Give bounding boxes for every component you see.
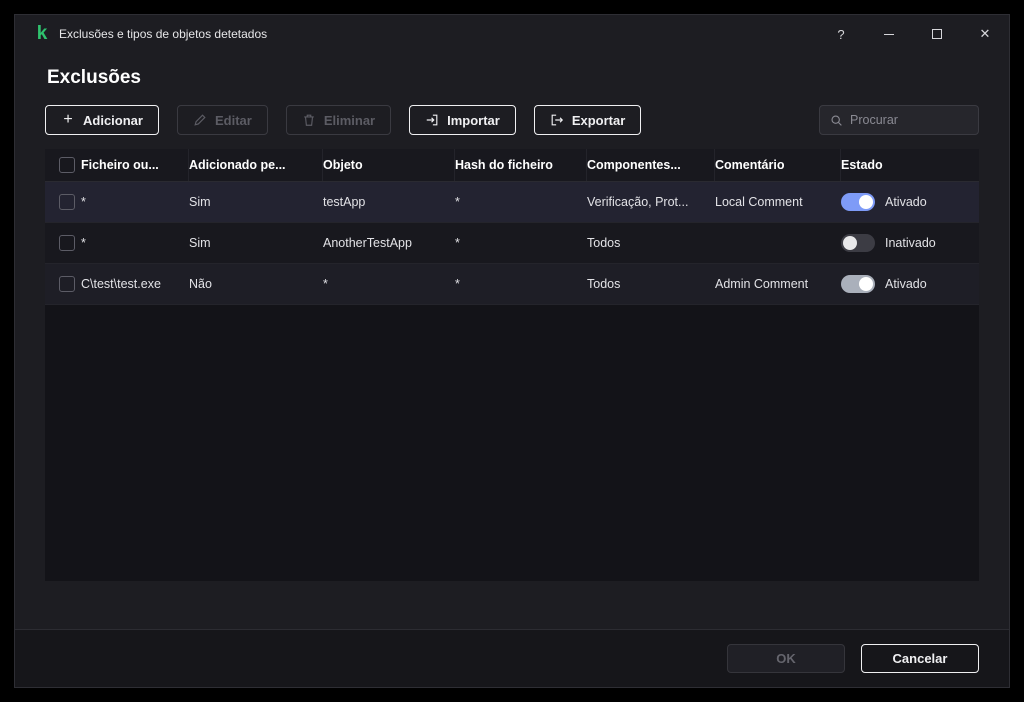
edit-button-label: Editar [214, 112, 252, 128]
table-row[interactable]: * Sim testApp * Verificação, Prot... Loc… [45, 182, 979, 223]
cell-components: Todos [587, 236, 621, 250]
cell-added-by: Sim [189, 236, 211, 250]
cell-state: Ativado [841, 275, 979, 293]
row-checkbox[interactable] [59, 194, 75, 210]
search-box [819, 105, 979, 135]
state-toggle[interactable] [841, 275, 875, 293]
help-icon: ? [837, 26, 845, 42]
search-icon [830, 114, 843, 127]
titlebar: k Exclusões e tipos de objetos detetados… [15, 15, 1009, 53]
search-input[interactable] [850, 113, 968, 127]
cell-components: Todos [587, 277, 621, 291]
cell-file: * [81, 195, 86, 209]
toolbar: + Adicionar Editar Eliminar Importar Exp… [45, 105, 979, 135]
cell-hash: * [455, 277, 460, 291]
header-added-by[interactable]: Adicionado pe... [189, 149, 323, 181]
export-icon [550, 113, 564, 127]
table-empty-area [45, 305, 979, 581]
import-button-label: Importar [447, 112, 500, 128]
window-title: Exclusões e tipos de objetos detetados [59, 27, 268, 41]
cell-state: Inativado [841, 234, 979, 252]
cell-added-by: Não [189, 277, 212, 291]
close-button[interactable]: ✕ [961, 15, 1009, 53]
trash-icon [302, 113, 316, 127]
state-label: Ativado [885, 277, 927, 291]
cell-file: * [81, 236, 86, 250]
edit-button[interactable]: Editar [176, 105, 268, 135]
state-label: Inativado [885, 236, 936, 250]
state-toggle[interactable] [841, 234, 875, 252]
header-object[interactable]: Objeto [323, 149, 455, 181]
select-all-checkbox[interactable] [59, 157, 75, 173]
maximize-icon [932, 29, 942, 39]
add-button[interactable]: + Adicionar [45, 105, 159, 135]
export-button[interactable]: Exportar [533, 105, 642, 135]
delete-button-label: Eliminar [323, 112, 376, 128]
maximize-button[interactable] [913, 15, 961, 53]
help-button[interactable]: ? [817, 15, 865, 53]
header-checkbox-cell [45, 149, 81, 181]
table-row[interactable]: C\test\test.exe Não * * Todos Admin Comm… [45, 264, 979, 305]
minimize-icon [884, 33, 894, 35]
header-file[interactable]: Ficheiro ou... [81, 149, 189, 181]
page-title: Exclusões [47, 67, 141, 88]
row-checkbox[interactable] [59, 276, 75, 292]
cell-state: Ativado [841, 193, 979, 211]
header-state[interactable]: Estado [841, 149, 979, 181]
dialog-window: k Exclusões e tipos de objetos detetados… [14, 14, 1010, 688]
state-toggle[interactable] [841, 193, 875, 211]
header-comment[interactable]: Comentário [715, 149, 841, 181]
pencil-icon [193, 113, 207, 127]
cell-comment: Local Comment [715, 195, 803, 209]
close-icon: ✕ [979, 26, 991, 41]
cell-object: testApp [323, 195, 366, 209]
header-components[interactable]: Componentes... [587, 149, 715, 181]
minimize-button[interactable] [865, 15, 913, 53]
add-button-label: Adicionar [83, 112, 143, 128]
table-header-row: Ficheiro ou... Adicionado pe... Objeto H… [45, 149, 979, 182]
cell-hash: * [455, 236, 460, 250]
cell-comment: Admin Comment [715, 277, 809, 291]
kaspersky-logo-icon: k [36, 23, 48, 44]
plus-icon: + [63, 111, 73, 128]
footer: OK Cancelar [15, 629, 1009, 687]
state-label: Ativado [885, 195, 927, 209]
delete-button[interactable]: Eliminar [285, 105, 392, 135]
ok-button-label: OK [776, 651, 796, 666]
cell-components: Verificação, Prot... [587, 195, 689, 209]
cell-object: * [323, 277, 328, 291]
table-row[interactable]: * Sim AnotherTestApp * Todos Inativado [45, 223, 979, 264]
cancel-button-label: Cancelar [892, 651, 948, 666]
exclusions-table: Ficheiro ou... Adicionado pe... Objeto H… [45, 149, 979, 581]
ok-button[interactable]: OK [727, 644, 845, 673]
export-button-label: Exportar [571, 112, 626, 128]
header-hash[interactable]: Hash do ficheiro [455, 149, 587, 181]
cell-object: AnotherTestApp [323, 236, 412, 250]
cell-file: C\test\test.exe [81, 277, 161, 291]
cell-hash: * [455, 195, 460, 209]
cancel-button[interactable]: Cancelar [861, 644, 979, 673]
import-button[interactable]: Importar [409, 105, 516, 135]
import-icon [425, 113, 439, 127]
row-checkbox[interactable] [59, 235, 75, 251]
cell-added-by: Sim [189, 195, 211, 209]
